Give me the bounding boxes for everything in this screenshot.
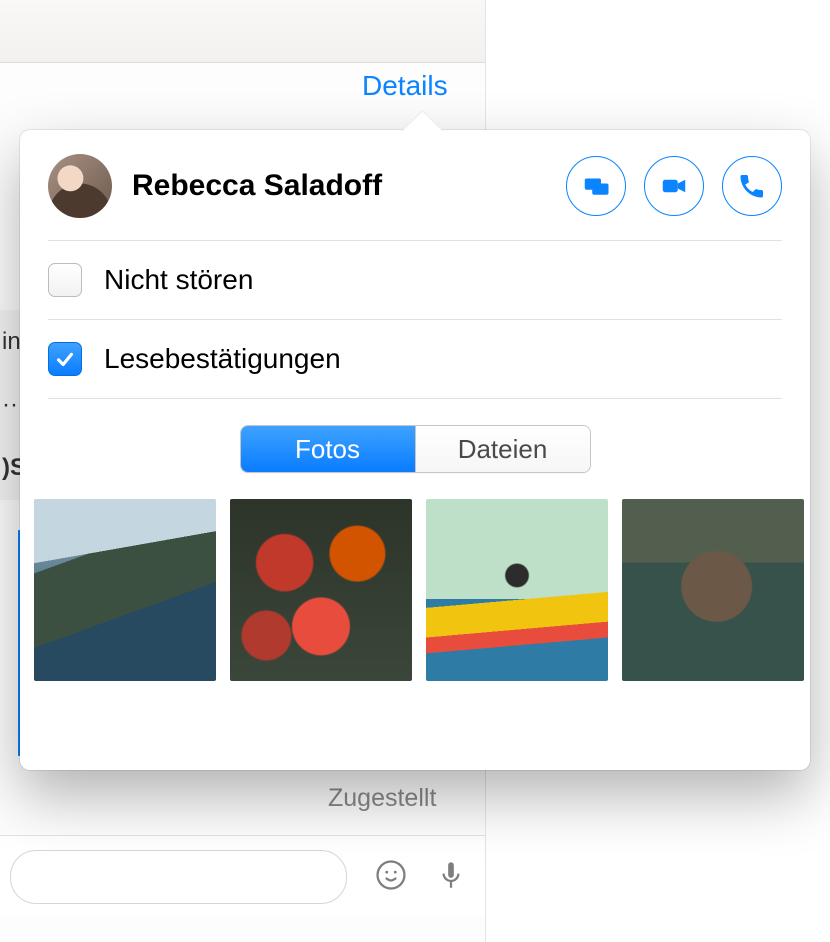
contact-action-row: [566, 156, 782, 216]
read-receipts-checkbox[interactable]: [48, 342, 82, 376]
do-not-disturb-checkbox[interactable]: [48, 263, 82, 297]
segment-photos[interactable]: Fotos: [241, 426, 415, 472]
photo-thumbnail[interactable]: [622, 499, 804, 681]
contact-name: Rebecca Saladoff: [132, 169, 546, 203]
emoji-picker-button[interactable]: [368, 852, 414, 898]
photo-thumbnail[interactable]: [426, 499, 608, 681]
screen-share-button[interactable]: [566, 156, 626, 216]
chat-titlebar: [0, 0, 485, 63]
delivery-status: Zugestellt: [328, 784, 436, 813]
details-popover: Rebecca Saladoff Nicht stören Lesebestät…: [20, 130, 810, 770]
read-receipts-label: Lesebestätigungen: [104, 343, 341, 375]
segment-files[interactable]: Dateien: [415, 426, 590, 472]
read-receipts-row[interactable]: Lesebestätigungen: [20, 320, 810, 398]
contact-avatar[interactable]: [48, 154, 112, 218]
details-button[interactable]: Details: [362, 70, 448, 102]
audio-call-button[interactable]: [722, 156, 782, 216]
photo-thumbnail[interactable]: [34, 499, 216, 681]
contact-header: Rebecca Saladoff: [20, 130, 810, 240]
segmented-control-wrap: Fotos Dateien: [20, 399, 810, 493]
dictation-button[interactable]: [428, 852, 474, 898]
photo-thumbnail[interactable]: [230, 499, 412, 681]
video-call-button[interactable]: [644, 156, 704, 216]
message-input[interactable]: [10, 850, 347, 904]
do-not-disturb-row[interactable]: Nicht stören: [20, 241, 810, 319]
do-not-disturb-label: Nicht stören: [104, 264, 253, 296]
photo-thumbnail-row: [20, 493, 810, 695]
photos-files-segmented: Fotos Dateien: [240, 425, 591, 473]
